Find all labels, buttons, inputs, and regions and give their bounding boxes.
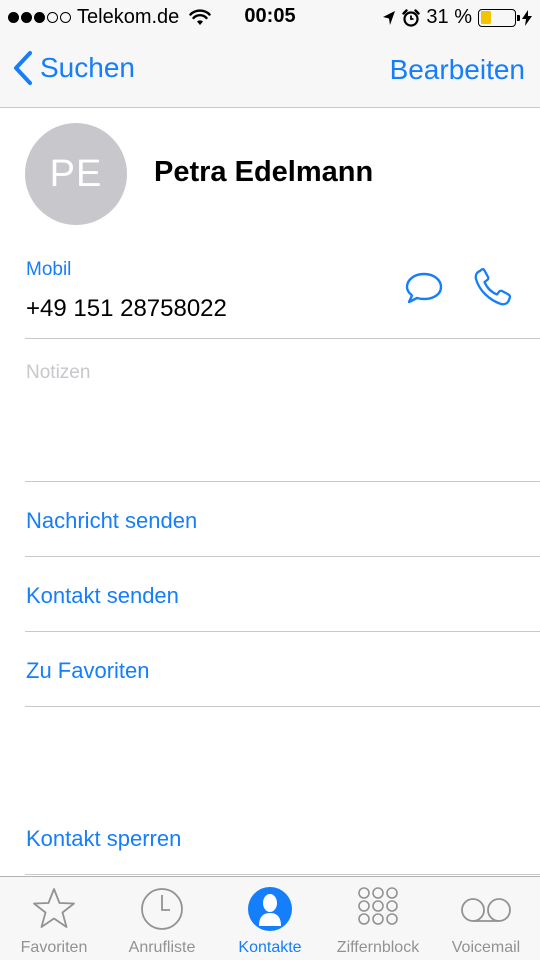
tab-label: Voicemail: [451, 939, 521, 956]
tab-label: Favoriten: [20, 939, 88, 956]
message-bubble-icon[interactable]: [404, 270, 444, 306]
status-bar: Telekom.de 00:05 31 %: [0, 0, 540, 36]
alarm-icon: [402, 8, 421, 27]
keypad-icon: [358, 887, 398, 925]
charging-bolt-icon: [522, 9, 532, 26]
separator: [25, 631, 540, 632]
tab-contacts[interactable]: Kontakte: [216, 877, 324, 960]
separator: [25, 481, 540, 482]
clock-icon: [141, 888, 183, 930]
tab-label: Anrufliste: [128, 939, 196, 956]
battery-icon: [478, 8, 520, 27]
back-label: Suchen: [40, 52, 135, 83]
block-contact-button[interactable]: Kontakt sperren: [26, 826, 181, 852]
tab-label: Kontakte: [238, 939, 302, 956]
tab-keypad[interactable]: Ziffernblock: [324, 877, 432, 960]
notes-field[interactable]: Notizen: [26, 362, 90, 384]
separator: [25, 338, 540, 339]
contact-name: Petra Edelmann: [154, 156, 374, 188]
avatar: PE: [25, 123, 127, 225]
chevron-left-icon: [14, 51, 32, 85]
phone-number[interactable]: +49 151 28758022: [26, 295, 227, 323]
tab-voicemail[interactable]: Voicemail: [432, 877, 540, 960]
separator: [25, 874, 540, 875]
tab-bar: Favoriten Anrufliste Kontakte Ziffernblo…: [0, 876, 540, 960]
back-button[interactable]: Suchen: [12, 50, 135, 86]
tab-recents[interactable]: Anrufliste: [108, 877, 216, 960]
separator: [25, 706, 540, 707]
navigation-bar: Suchen Bearbeiten: [0, 36, 540, 108]
add-to-favorites-button[interactable]: Zu Favoriten: [26, 658, 150, 684]
voicemail-icon: [461, 898, 511, 922]
send-message-button[interactable]: Nachricht senden: [26, 508, 197, 534]
contact-detail-screen: Telekom.de 00:05 31 % Suchen Bearbeiten …: [0, 0, 540, 960]
star-icon: [33, 888, 75, 928]
share-contact-button[interactable]: Kontakt senden: [26, 583, 179, 609]
location-arrow-icon: [383, 10, 396, 25]
phone-label[interactable]: Mobil: [26, 259, 71, 281]
battery-level: [480, 11, 491, 24]
edit-button[interactable]: Bearbeiten: [390, 54, 525, 86]
tab-label: Ziffernblock: [336, 939, 420, 956]
status-right: 31 %: [382, 6, 532, 29]
phone-call-icon[interactable]: [472, 268, 514, 308]
tab-favorites[interactable]: Favoriten: [0, 877, 108, 960]
person-icon: [248, 887, 292, 931]
separator: [25, 556, 540, 557]
battery-nub: [517, 14, 520, 21]
battery-percent: 31 %: [426, 6, 472, 28]
